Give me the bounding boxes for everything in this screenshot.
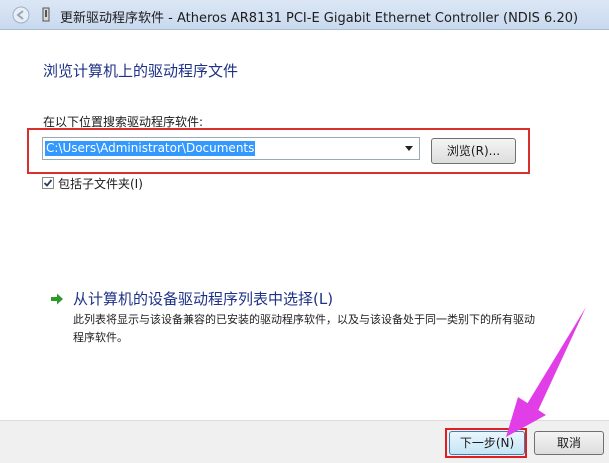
device-icon: [42, 7, 50, 22]
window-title: 更新驱动程序软件 - Atheros AR8131 PCI-E Gigabit …: [60, 11, 579, 26]
green-arrow-icon[interactable]: [50, 292, 64, 306]
annotation-arrow-icon: [506, 307, 586, 437]
page-heading: 浏览计算机上的驱动程序文件: [43, 62, 239, 80]
checkmark-icon: [43, 179, 53, 187]
title-bar: 更新驱动程序软件 - Atheros AR8131 PCI-E Gigabit …: [0, 0, 609, 30]
pick-from-list-link[interactable]: 从计算机的设备驱动程序列表中选择(L): [73, 288, 333, 309]
include-subfolders-label[interactable]: 包括子文件夹(I): [58, 175, 143, 192]
back-arrow-icon[interactable]: [12, 6, 30, 24]
include-subfolders-checkbox[interactable]: [42, 177, 54, 189]
chevron-down-icon[interactable]: [405, 146, 413, 151]
path-combobox[interactable]: C:\Users\Administrator\Documents: [42, 137, 420, 160]
browse-button[interactable]: 浏览(R)...: [431, 138, 516, 164]
path-input-text[interactable]: C:\Users\Administrator\Documents: [45, 141, 256, 156]
pick-from-list-description: 此列表将显示与该设备兼容的已安装的驱动程序软件，以及与该设备处于同一类别下的所有…: [73, 313, 535, 344]
